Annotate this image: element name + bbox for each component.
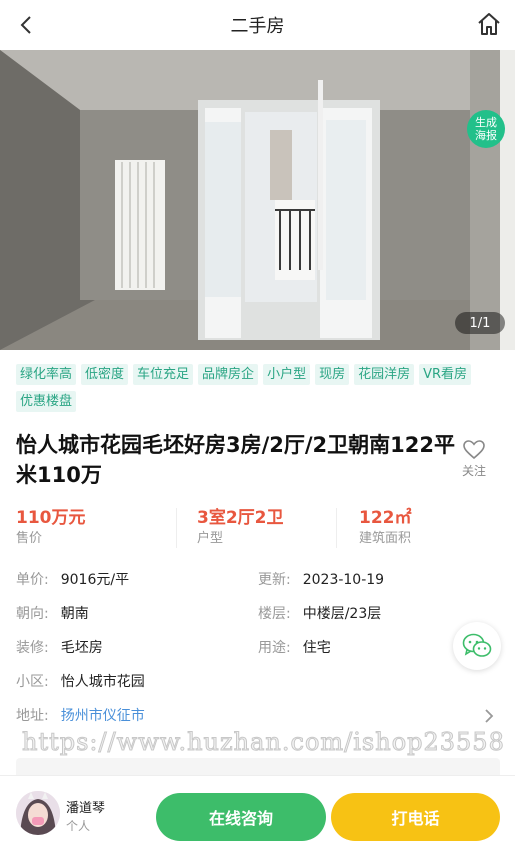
area-value: 122㎡	[359, 508, 412, 528]
agent-name: 潘道琴	[66, 801, 106, 816]
attr-value: 住宅	[302, 640, 331, 656]
price-metric: 110万元 售价	[0, 506, 176, 552]
attr-key: 更新:	[258, 572, 291, 588]
layout-label: 户型	[197, 531, 224, 546]
attr-usage: 用途: 住宅	[258, 637, 331, 659]
home-icon[interactable]	[475, 10, 503, 38]
price-label: 售价	[16, 531, 43, 546]
attr-unit-price: 单价: 9016元/平	[16, 569, 129, 591]
photo-counter: 1/1	[455, 312, 505, 334]
bottom-action-bar: 潘道琴 个人 在线咨询 打电话	[0, 775, 515, 856]
chevron-right-icon[interactable]	[483, 707, 495, 725]
chevron-left-icon[interactable]	[14, 12, 40, 38]
attr-key: 小区:	[16, 674, 49, 690]
price-value: 110万元	[16, 508, 86, 528]
layout-value: 3室2厅2卫	[197, 508, 284, 528]
area-label: 建筑面积	[359, 531, 412, 546]
heart-outline-icon	[463, 440, 485, 460]
attr-orientation: 朝向: 朝南	[16, 603, 89, 625]
attr-value: 中楼层/23层	[302, 606, 382, 622]
page-title: 二手房	[230, 16, 285, 37]
attr-value: 毛坯房	[60, 640, 103, 656]
tag: 小户型	[263, 364, 311, 385]
attr-key: 用途:	[258, 640, 291, 656]
address-link[interactable]: 扬州市仪征市	[61, 708, 145, 724]
call-button[interactable]: 打电话	[331, 793, 500, 841]
tag: 绿化率高	[16, 364, 77, 385]
attr-community: 小区: 怡人城市花园	[16, 671, 145, 693]
tag: 车位充足	[133, 364, 194, 385]
tag: 品牌房企	[198, 364, 259, 385]
attr-value: 2023-10-19	[302, 572, 385, 588]
area-metric: 122㎡ 建筑面积	[336, 506, 515, 552]
agent-role: 个人	[66, 819, 91, 833]
attr-key: 楼层:	[258, 606, 291, 622]
online-consult-button[interactable]: 在线咨询	[156, 793, 326, 841]
avatar[interactable]	[16, 791, 60, 835]
attr-decoration: 装修: 毛坯房	[16, 637, 103, 659]
key-metrics: 110万元 售价 3室2厅2卫 户型 122㎡ 建筑面积	[0, 506, 515, 552]
follow-label: 关注	[461, 464, 486, 478]
attr-value: 9016元/平	[60, 572, 130, 588]
attr-floor: 楼层: 中楼层/23层	[258, 603, 381, 625]
attr-address[interactable]: 地址: 扬州市仪征市	[16, 705, 145, 727]
layout-metric: 3室2厅2卫 户型	[176, 506, 336, 552]
wechat-icon	[462, 633, 492, 657]
feature-tags: 绿化率高 低密度 车位充足 品牌房企 小户型 现房 花园洋房 VR看房 优惠楼盘	[16, 364, 501, 412]
attr-key: 朝向:	[16, 606, 49, 622]
attr-value: 朝南	[60, 606, 89, 622]
tag: 花园洋房	[354, 364, 415, 385]
tag: 低密度	[81, 364, 129, 385]
tag: VR看房	[419, 364, 472, 385]
attr-key: 装修:	[16, 640, 49, 656]
agent-avatar-image	[16, 791, 60, 835]
attr-value: 怡人城市花园	[60, 674, 145, 690]
watermark: https://www.huzhan.com/ishop23558	[22, 728, 505, 757]
house-photo[interactable]: 生成海报 1/1	[0, 50, 515, 350]
listing-title: 怡人城市花园毛坯好房3房/2厅/2卫朝南122平米110万	[16, 433, 456, 487]
attr-key: 单价:	[16, 572, 49, 588]
follow-button[interactable]: 关注	[459, 440, 489, 479]
wechat-button[interactable]	[453, 622, 501, 670]
attr-updated: 更新: 2023-10-19	[258, 569, 384, 591]
attr-key: 地址:	[16, 708, 49, 724]
top-nav-bar: 二手房	[0, 0, 515, 50]
generate-poster-button[interactable]: 生成海报	[467, 110, 505, 148]
room-photo-image	[0, 50, 515, 350]
tag: 优惠楼盘	[16, 391, 77, 412]
tag: 现房	[315, 364, 350, 385]
